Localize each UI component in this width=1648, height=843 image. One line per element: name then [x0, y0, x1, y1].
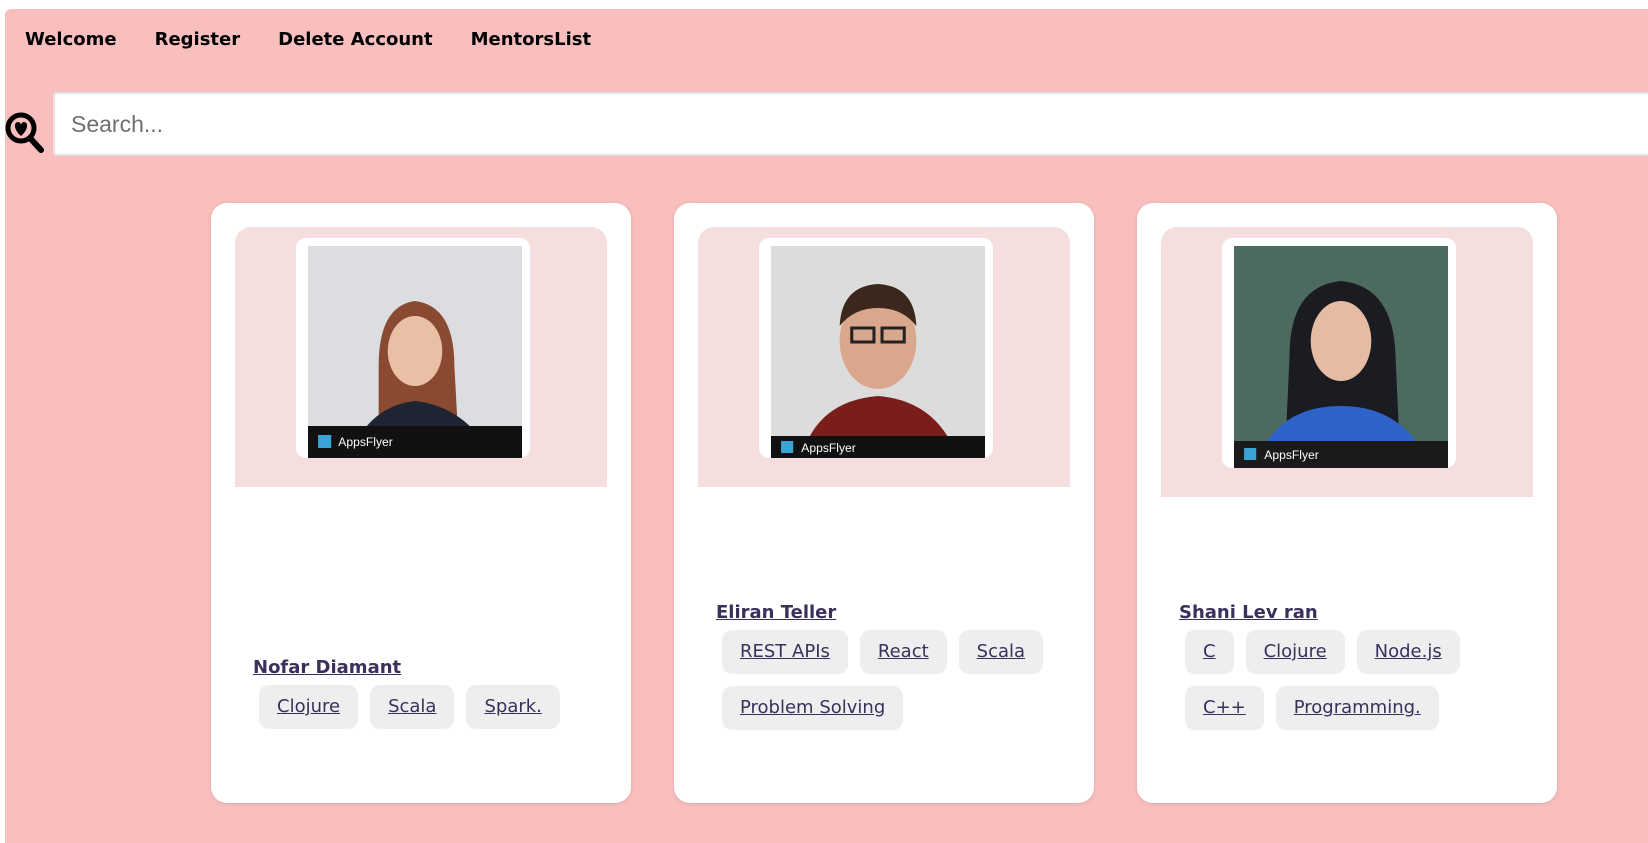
mentor-card: AppsFlyer Shani Lev ran C Clojure Node.j…: [1137, 203, 1557, 803]
tag[interactable]: Node.js: [1356, 630, 1460, 674]
tag[interactable]: Spark.: [466, 685, 560, 729]
tag[interactable]: C++: [1185, 686, 1264, 730]
search-heart-icon[interactable]: [5, 112, 45, 156]
mentor-photo-area: AppsFlyer: [1161, 227, 1533, 497]
nav-delete-account[interactable]: Delete Account: [278, 27, 432, 55]
tag[interactable]: Programming.: [1275, 686, 1439, 730]
mentor-tags: Clojure Scala Spark.: [259, 685, 601, 729]
top-nav: Welcome Register Delete Account MentorsL…: [25, 27, 629, 55]
tag[interactable]: C: [1185, 630, 1234, 674]
tag[interactable]: Clojure: [259, 685, 359, 729]
mentor-card: AppsFlyer Eliran Teller REST APIs React …: [674, 203, 1094, 803]
mentor-name[interactable]: Eliran Teller: [716, 602, 836, 623]
appsflyer-badge: AppsFlyer: [801, 441, 855, 455]
mentor-name[interactable]: Nofar Diamant: [253, 657, 401, 678]
search-input[interactable]: [53, 92, 1648, 156]
mentor-tags: C Clojure Node.js C++ Programming.: [1185, 630, 1527, 730]
nav-welcome[interactable]: Welcome: [25, 27, 117, 55]
nav-register[interactable]: Register: [155, 27, 241, 55]
nav-mentors-list[interactable]: MentorsList: [471, 27, 591, 55]
tag[interactable]: Clojure: [1245, 630, 1345, 674]
appsflyer-badge: AppsFlyer: [1264, 448, 1318, 462]
mentor-photo[interactable]: AppsFlyer: [296, 238, 530, 458]
mentor-name[interactable]: Shani Lev ran: [1179, 602, 1318, 623]
tag[interactable]: React: [859, 630, 947, 674]
mentor-photo[interactable]: AppsFlyer: [1222, 238, 1456, 468]
tag[interactable]: REST APIs: [722, 630, 848, 674]
tag[interactable]: Problem Solving: [722, 686, 904, 730]
appsflyer-badge: AppsFlyer: [338, 435, 392, 449]
mentor-photo[interactable]: AppsFlyer: [759, 238, 993, 458]
tag[interactable]: Scala: [370, 685, 455, 729]
tag[interactable]: Scala: [958, 630, 1044, 674]
mentor-photo-area: AppsFlyer: [698, 227, 1070, 487]
mentor-card: AppsFlyer Nofar Diamant Clojure Scala Sp…: [211, 203, 631, 803]
mentor-photo-area: AppsFlyer: [235, 227, 607, 487]
app-container: Welcome Register Delete Account MentorsL…: [5, 9, 1648, 843]
mentor-tags: REST APIs React Scala Problem Solving: [722, 630, 1064, 730]
